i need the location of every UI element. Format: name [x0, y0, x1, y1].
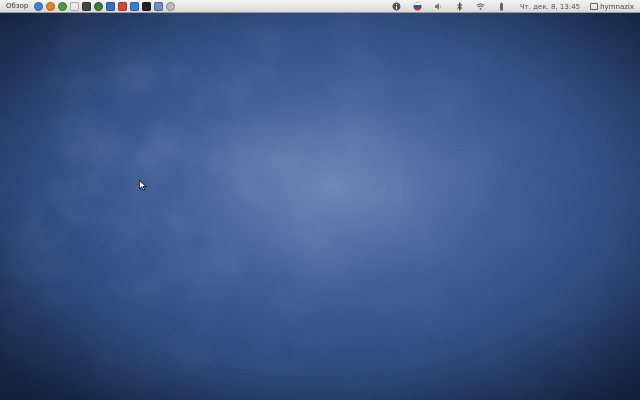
desktop-wallpaper — [0, 13, 640, 400]
media-player-icon[interactable] — [94, 1, 104, 11]
system-monitor-icon[interactable] — [106, 1, 116, 11]
wifi-icon[interactable] — [476, 2, 485, 11]
top-panel: Обзор Чт. дек. 8, 13:45 hymnazix — [0, 0, 640, 13]
language-flag-icon[interactable] — [413, 2, 422, 11]
user-status-icon — [590, 3, 599, 10]
system-tray: Чт. дек. 8, 13:45 hymnazix — [386, 0, 640, 13]
info-icon[interactable] — [392, 2, 401, 11]
chrome-icon[interactable] — [58, 1, 68, 11]
username-label: hymnazix — [600, 2, 634, 11]
text-editor-icon[interactable] — [118, 1, 128, 11]
clock-datetime[interactable]: Чт. дек. 8, 13:45 — [520, 3, 580, 11]
document-icon[interactable] — [130, 1, 140, 11]
bluetooth-icon[interactable] — [455, 1, 464, 12]
screenshot-icon[interactable] — [154, 1, 164, 11]
video-editor-icon[interactable] — [82, 1, 92, 11]
app-launcher-bar — [34, 0, 176, 13]
battery-icon[interactable] — [497, 2, 506, 11]
home-folder-icon[interactable] — [70, 1, 80, 11]
mouse-cursor-icon — [139, 180, 147, 191]
desktop-screen: Обзор Чт. дек. 8, 13:45 hymnazix — [0, 0, 640, 400]
firefox-icon[interactable] — [46, 1, 56, 11]
user-menu[interactable]: hymnazix — [590, 3, 634, 11]
settings-icon[interactable] — [166, 1, 176, 11]
volume-icon[interactable] — [434, 2, 443, 11]
terminal-icon[interactable] — [142, 1, 152, 11]
activities-button[interactable]: Обзор — [0, 0, 34, 13]
pidgin-icon[interactable] — [34, 1, 44, 11]
